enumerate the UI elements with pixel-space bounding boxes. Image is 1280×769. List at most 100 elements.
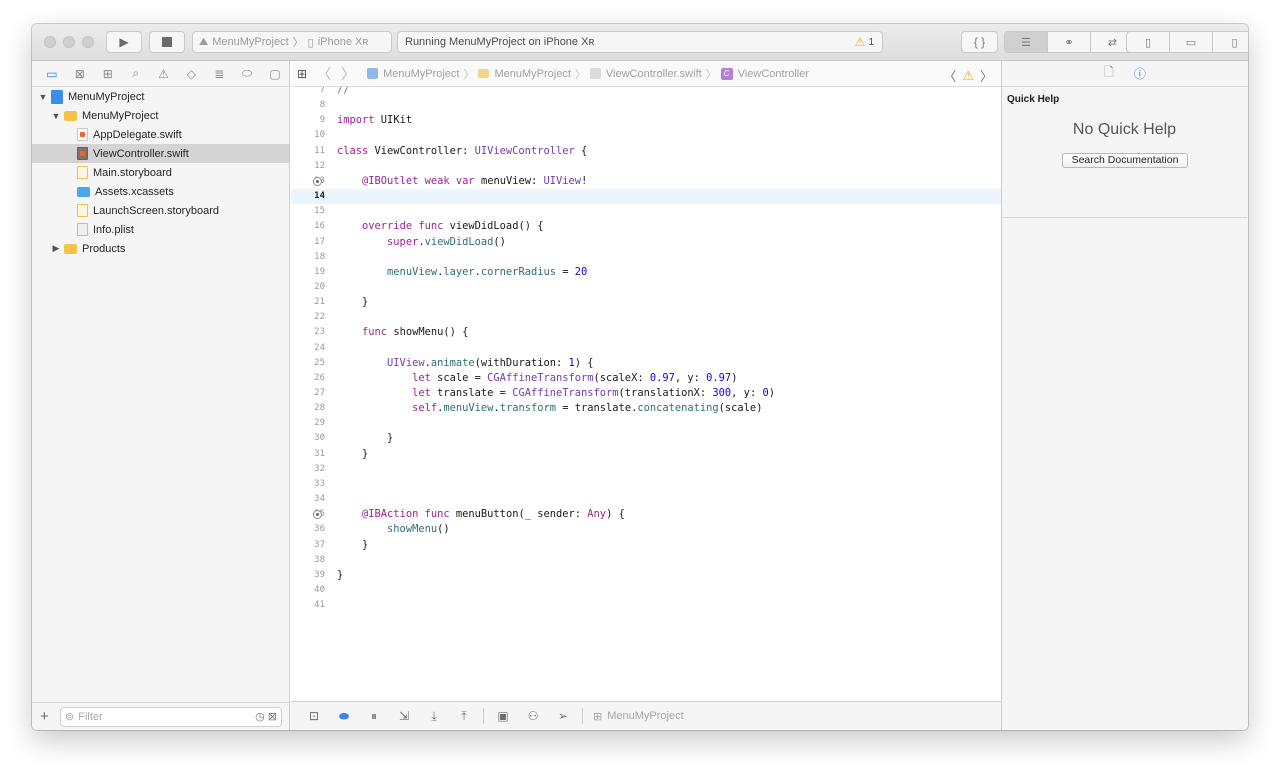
- code-line[interactable]: 38: [291, 553, 1001, 568]
- file-tree-item[interactable]: Main.storyboard: [32, 163, 289, 182]
- code-line[interactable]: 28 self.menuView.transform = translate.c…: [291, 401, 1001, 416]
- location-icon[interactable]: ➢: [548, 709, 578, 723]
- code-line[interactable]: 26 let scale = CGAffineTransform(scaleX:…: [291, 371, 1001, 386]
- file-tree-item[interactable]: ▶ Products: [32, 239, 289, 258]
- library-button[interactable]: { }: [961, 31, 998, 53]
- code-line[interactable]: 29: [291, 416, 1001, 431]
- previous-issue-icon[interactable]: 〈: [943, 66, 956, 85]
- filter-input[interactable]: ⊜ Filter ◷ ⊠: [60, 706, 282, 727]
- code-line[interactable]: 39}: [291, 568, 1001, 583]
- disclosure-triangle-icon[interactable]: ▼: [38, 92, 48, 102]
- disclosure-triangle-icon[interactable]: ▼: [51, 111, 61, 121]
- disclosure-triangle-icon[interactable]: ▶: [51, 243, 61, 254]
- symbol-icon[interactable]: ⊞: [94, 61, 122, 87]
- folder-icon[interactable]: ▭: [38, 61, 66, 87]
- code-line[interactable]: 16 override func viewDidLoad() {: [291, 219, 1001, 234]
- code-line[interactable]: 35 @IBAction func menuButton(_ sender: A…: [291, 507, 1001, 522]
- view-debugger-icon[interactable]: ▣: [488, 709, 518, 723]
- add-icon[interactable]: +: [40, 708, 54, 725]
- related-items-icon[interactable]: ⊞: [297, 67, 307, 81]
- source-editor[interactable]: 7 // 8 9 import UIKit 10 11 class ViewControlle…: [291, 87, 1001, 701]
- code-line[interactable]: 41: [291, 598, 1001, 613]
- scheme-selector[interactable]: ⛰ MenuMyProject 〉 ▯ iPhone Xʀ: [192, 31, 392, 53]
- file-tree-item[interactable]: AppDelegate.swift: [32, 125, 289, 144]
- code-line[interactable]: 25 UIView.animate(withDuration: 1) {: [291, 356, 1001, 371]
- zoom-window-button[interactable]: [82, 36, 94, 48]
- warning-indicator[interactable]: ⚠ 1: [855, 35, 874, 49]
- code-line[interactable]: 21 }: [291, 295, 1001, 310]
- file-tree-item[interactable]: ViewController.swift: [32, 144, 289, 163]
- code-line[interactable]: 19 menuView.layer.cornerRadius = 20: [291, 265, 1001, 280]
- code-line[interactable]: 14: [291, 189, 1001, 205]
- toggle-navigator-button[interactable]: ▯: [1127, 32, 1170, 52]
- breadcrumb-project[interactable]: MenuMyProject: [367, 68, 459, 80]
- next-issue-icon[interactable]: 〉: [980, 66, 993, 85]
- standard-editor-button[interactable]: ☰: [1005, 32, 1048, 52]
- back-icon[interactable]: 〈: [317, 64, 331, 84]
- breadcrumb-file[interactable]: ViewController.swift: [589, 68, 702, 80]
- issue-icon[interactable]: ⚠: [150, 61, 178, 87]
- minimize-window-button[interactable]: [63, 36, 75, 48]
- file-tree-item[interactable]: LaunchScreen.storyboard: [32, 201, 289, 220]
- file-inspector-icon[interactable]: 🗋: [1104, 63, 1114, 84]
- recent-files-icon[interactable]: ◷: [255, 710, 265, 723]
- warning-icon[interactable]: ⚠: [962, 68, 974, 84]
- code-line[interactable]: 7 //: [291, 87, 1001, 98]
- assistant-editor-button[interactable]: ⚭: [1048, 32, 1091, 52]
- stop-button[interactable]: [149, 31, 185, 53]
- code-line[interactable]: 11 class ViewController: UIViewController…: [291, 144, 1001, 159]
- code-line[interactable]: 8: [291, 98, 1001, 113]
- code-line[interactable]: 30 }: [291, 431, 1001, 446]
- code-line[interactable]: 36 showMenu(): [291, 522, 1001, 537]
- code-line[interactable]: 22: [291, 310, 1001, 325]
- source-control-icon[interactable]: ⊠: [66, 61, 94, 87]
- code-line[interactable]: 12: [291, 159, 1001, 174]
- code-line[interactable]: 33: [291, 477, 1001, 492]
- code-line[interactable]: 31 }: [291, 447, 1001, 462]
- report-icon[interactable]: ▢: [261, 61, 289, 87]
- file-tree-item[interactable]: Info.plist: [32, 220, 289, 239]
- step-into-icon[interactable]: ⤓: [419, 709, 449, 724]
- code-line[interactable]: 18: [291, 250, 1001, 265]
- search-icon[interactable]: ⌕: [122, 61, 150, 87]
- file-tree-item[interactable]: ▼ MenuMyProject: [32, 106, 289, 125]
- code-line[interactable]: 37 }: [291, 538, 1001, 553]
- quick-help-icon[interactable]: ⓘ: [1134, 65, 1146, 82]
- code-line[interactable]: 23 func showMenu() {: [291, 325, 1001, 340]
- outlet-connection-icon[interactable]: [313, 176, 322, 186]
- forward-icon[interactable]: 〉: [341, 64, 355, 84]
- code-line[interactable]: 34: [291, 492, 1001, 507]
- code-line[interactable]: 15: [291, 204, 1001, 219]
- close-window-button[interactable]: [44, 36, 56, 48]
- code-line[interactable]: 13 @IBOutlet weak var menuView: UIView!: [291, 174, 1001, 189]
- test-icon[interactable]: ◇: [177, 61, 205, 87]
- debug-icon[interactable]: ≣: [205, 61, 233, 87]
- scm-filter-icon[interactable]: ⊠: [268, 710, 277, 723]
- toggle-debug-area-button[interactable]: ▭: [1170, 32, 1213, 52]
- debug-target[interactable]: ⊞ MenuMyProject: [593, 710, 684, 723]
- file-tree-item[interactable]: Assets.xcassets: [32, 182, 289, 201]
- code-line[interactable]: 9 import UIKit: [291, 113, 1001, 128]
- line-number: 9: [319, 115, 325, 126]
- code-line[interactable]: 10: [291, 128, 1001, 143]
- breakpoints-toggle-icon[interactable]: ⬬: [329, 709, 359, 724]
- memory-graph-icon[interactable]: ⚇: [518, 709, 548, 723]
- breakpoint-icon[interactable]: ⬭: [233, 61, 261, 87]
- code-line[interactable]: 20: [291, 280, 1001, 295]
- step-out-icon[interactable]: ⤒: [449, 709, 479, 724]
- pause-icon[interactable]: ⏸: [359, 709, 389, 724]
- run-button[interactable]: ▶: [106, 31, 142, 53]
- code-line[interactable]: 40: [291, 583, 1001, 598]
- code-line[interactable]: 17 super.viewDidLoad(): [291, 235, 1001, 250]
- code-line[interactable]: 24: [291, 341, 1001, 356]
- code-line[interactable]: 27 let translate = CGAffineTransform(tra…: [291, 386, 1001, 401]
- search-documentation-button[interactable]: Search Documentation: [1062, 153, 1188, 168]
- hide-debug-area-icon[interactable]: ⊡: [299, 709, 329, 723]
- code-line[interactable]: 32: [291, 462, 1001, 477]
- breadcrumb-symbol[interactable]: C ViewController: [720, 67, 809, 80]
- app-target-icon: ⊞: [593, 710, 603, 723]
- breadcrumb-group[interactable]: MenuMyProject: [478, 68, 571, 80]
- file-tree-item[interactable]: ▼ MenuMyProject: [32, 87, 289, 106]
- toggle-inspector-button[interactable]: ▯: [1213, 32, 1248, 52]
- step-over-icon[interactable]: ⇲: [389, 709, 419, 723]
